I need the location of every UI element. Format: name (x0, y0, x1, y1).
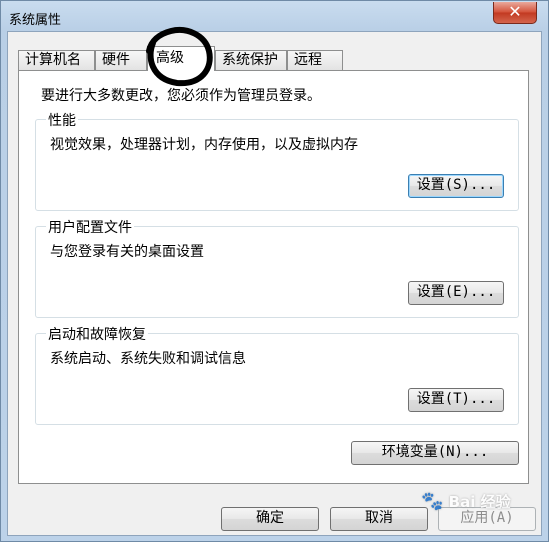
advanced-tab-panel: 要进行大多数更改，您必须作为管理员登录。 性能 视觉效果，处理器计划，内存使用，… (18, 70, 529, 484)
tab-computer-name[interactable]: 计算机名 (18, 50, 95, 70)
paw-icon: 🐾 (421, 491, 444, 512)
tab-system-protection[interactable]: 系统保护 (215, 50, 287, 70)
cancel-button[interactable]: 取消 (330, 507, 428, 531)
user-profiles-group: 用户配置文件 与您登录有关的桌面设置 设置(E)... (35, 217, 519, 318)
performance-description: 视觉效果，处理器计划，内存使用，以及虚拟内存 (50, 137, 358, 153)
performance-settings-button[interactable]: 设置(S)... (408, 174, 504, 198)
environment-variables-button[interactable]: 环境变量(N)... (351, 441, 519, 465)
user-profiles-title: 用户配置文件 (46, 217, 134, 237)
performance-group: 性能 视觉效果，处理器计划，内存使用，以及虚拟内存 设置(S)... (35, 110, 519, 211)
performance-title: 性能 (46, 110, 78, 130)
startup-recovery-settings-button[interactable]: 设置(T)... (408, 388, 504, 412)
dialog-client-area: 计算机名 硬件 高级 系统保护 远程 要进行大多数更改，您必须作为管理员登录。 … (7, 31, 542, 536)
system-properties-window: 系统属性 ✕ 计算机名 硬件 高级 系统保护 远程 要进行大多数更改，您必须作为… (0, 0, 549, 542)
startup-recovery-title: 启动和故障恢复 (46, 324, 148, 344)
close-button[interactable]: ✕ (493, 2, 537, 24)
ok-button[interactable]: 确定 (221, 507, 319, 531)
startup-recovery-description: 系统启动、系统失败和调试信息 (50, 351, 246, 367)
startup-recovery-group: 启动和故障恢复 系统启动、系统失败和调试信息 设置(T)... (35, 324, 519, 425)
window-title: 系统属性 (9, 13, 62, 28)
title-bar[interactable]: 系统属性 ✕ (1, 1, 549, 31)
user-profiles-settings-button[interactable]: 设置(E)... (408, 281, 504, 305)
user-profiles-description: 与您登录有关的桌面设置 (50, 244, 204, 260)
hand-drawn-circle-annotation (146, 27, 213, 87)
watermark-text: Bai 经验 (448, 493, 511, 511)
baidu-watermark: 🐾 Bai 经验 (421, 491, 511, 512)
tab-remote[interactable]: 远程 (287, 50, 343, 70)
